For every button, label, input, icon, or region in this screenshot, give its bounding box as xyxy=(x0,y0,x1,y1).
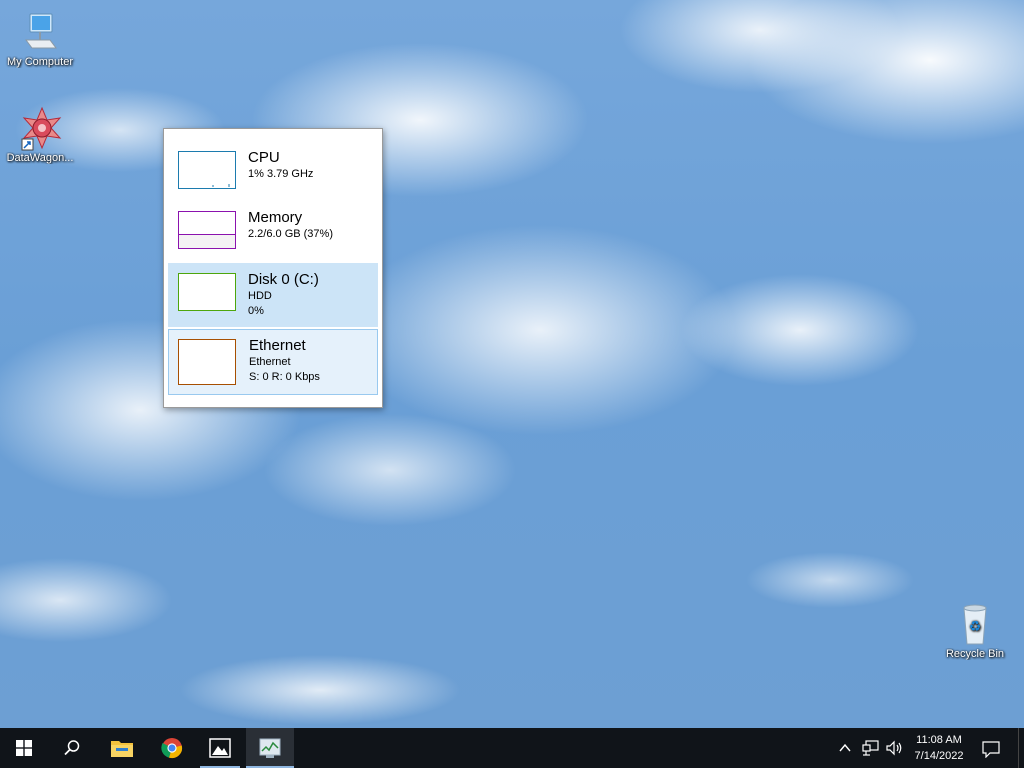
show-hidden-icons-button[interactable] xyxy=(838,741,852,760)
perf-item-title: Ethernet xyxy=(249,337,306,354)
windows-logo-icon xyxy=(16,740,32,756)
perf-item-detail: S: 0 R: 0 Kbps xyxy=(249,371,320,383)
desktop-icon-recycle-bin[interactable]: ♻ Recycle Bin xyxy=(935,602,1015,660)
desktop: My Computer DataWagon... ♻ Recycle Bin C… xyxy=(0,0,1024,728)
taskbar-chrome[interactable] xyxy=(148,728,196,768)
photos-icon xyxy=(209,738,231,758)
desktop-icon-label: Recycle Bin xyxy=(945,648,1005,660)
disk-graph xyxy=(178,273,236,311)
perf-item-detail: 2.2/6.0 GB (37%) xyxy=(248,228,333,240)
taskbar-task-manager[interactable] xyxy=(246,728,294,768)
perf-item-memory[interactable]: Memory 2.2/6.0 GB (37%) xyxy=(168,201,378,265)
start-button[interactable] xyxy=(0,728,48,768)
perf-item-title: CPU xyxy=(248,149,280,166)
taskbar-file-explorer[interactable] xyxy=(98,728,146,768)
taskbar-photos[interactable] xyxy=(200,728,240,768)
taskbar: 11:08 AM 7/14/2022 xyxy=(0,728,1024,768)
search-button[interactable] xyxy=(48,728,96,768)
perf-item-disk[interactable]: Disk 0 (C:) HDD 0% xyxy=(168,263,378,327)
perf-item-detail: HDD xyxy=(248,290,272,302)
memory-usage-fill xyxy=(179,233,235,248)
perf-item-ethernet[interactable]: Ethernet Ethernet S: 0 R: 0 Kbps xyxy=(168,329,378,395)
chrome-icon xyxy=(161,738,183,759)
network-icon xyxy=(862,740,879,756)
performance-summary-flyout: CPU 1% 3.79 GHz Memory 2.2/6.0 GB (37%) … xyxy=(163,128,383,408)
clock-time: 11:08 AM xyxy=(916,734,962,746)
perf-item-title: Disk 0 (C:) xyxy=(248,271,319,288)
perf-item-cpu[interactable]: CPU 1% 3.79 GHz xyxy=(168,141,378,205)
show-desktop-button[interactable] xyxy=(1018,728,1024,768)
memory-graph xyxy=(178,211,236,249)
perf-item-detail: Ethernet xyxy=(249,356,291,368)
perf-item-detail: 1% 3.79 GHz xyxy=(248,168,314,180)
datawagon-app-icon xyxy=(20,106,62,151)
action-center-button[interactable] xyxy=(982,740,1000,763)
clock-date: 7/14/2022 xyxy=(914,750,964,762)
taskbar-clock[interactable]: 11:08 AM 7/14/2022 xyxy=(904,732,974,764)
network-tray-button[interactable] xyxy=(862,740,880,761)
desktop-icon-label: My Computer xyxy=(6,56,74,68)
volume-tray-button[interactable] xyxy=(886,740,904,761)
notification-icon xyxy=(982,741,1000,759)
computer-icon xyxy=(20,10,60,54)
desktop-icon-my-computer[interactable]: My Computer xyxy=(0,10,80,68)
chevron-up-icon xyxy=(839,743,851,752)
task-manager-icon xyxy=(259,738,281,758)
desktop-icon-datawagon[interactable]: DataWagon... xyxy=(0,106,80,164)
svg-text:♻: ♻ xyxy=(969,619,982,635)
ethernet-graph xyxy=(178,339,236,385)
search-icon xyxy=(64,740,80,756)
desktop-icon-label: DataWagon... xyxy=(6,152,74,164)
folder-icon xyxy=(111,741,133,757)
recycle-bin-icon: ♻ xyxy=(955,602,995,646)
cpu-graph xyxy=(178,151,236,189)
perf-item-detail: 0% xyxy=(248,305,264,317)
speaker-icon xyxy=(886,740,902,756)
perf-item-title: Memory xyxy=(248,209,303,226)
